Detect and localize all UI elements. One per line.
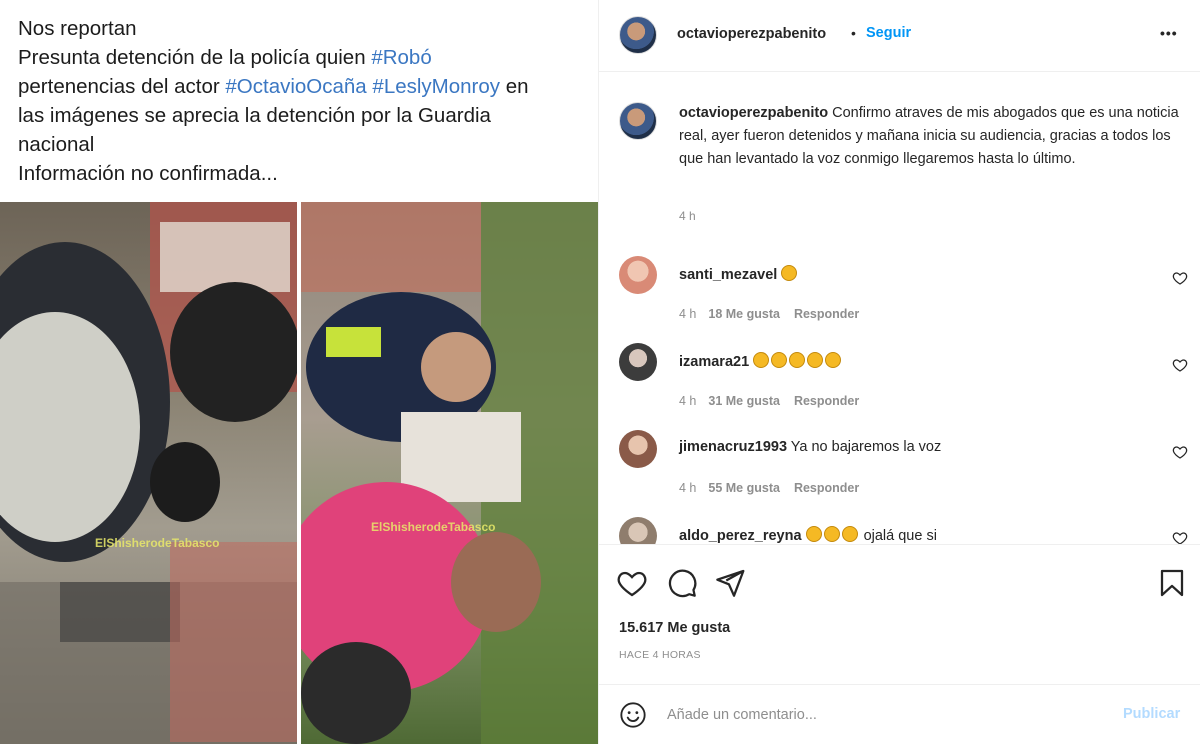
post-image: Nos reportan Presunta detención de la po…	[0, 0, 598, 744]
post-timestamp: HACE 4 HORAS	[619, 649, 701, 661]
comments-list[interactable]: octavioperezpabenito Confirmo atraves de…	[599, 72, 1200, 544]
comment-item: izamara21 4 h 31 Me gusta Responder	[599, 343, 1200, 431]
comment-likes[interactable]: 18 Me gusta	[708, 307, 780, 321]
hashtag-octavio-ocana: #OctavioOcaña	[225, 75, 367, 98]
likes-count[interactable]: 15.617 Me gusta	[619, 620, 730, 636]
caption-username[interactable]: octavioperezpabenito	[679, 105, 828, 121]
more-options-icon[interactable]: •••	[1160, 25, 1178, 41]
image-caption: Nos reportan Presunta detención de la po…	[18, 14, 590, 188]
clap-emoji-icon	[807, 352, 824, 368]
caption-line: Nos reportan	[18, 17, 137, 40]
add-comment-bar: Publicar	[599, 684, 1200, 744]
header-username[interactable]: octavioperezpabenito	[677, 26, 826, 42]
comment-username[interactable]: santi_mezavel	[679, 267, 777, 283]
photo-right: ElShisherodeTabasco	[301, 202, 598, 744]
post-panel: octavioperezpabenito • Seguir ••• octavi…	[598, 0, 1200, 744]
comment-likes[interactable]: 55 Me gusta	[708, 481, 780, 495]
avatar[interactable]	[619, 517, 657, 544]
clap-emoji-icon	[823, 526, 840, 542]
comment-input[interactable]	[667, 702, 1107, 728]
comment-likes[interactable]: 31 Me gusta	[708, 394, 780, 408]
reply-button[interactable]: Responder	[794, 394, 859, 408]
avatar[interactable]	[619, 430, 657, 468]
header-separator-dot: •	[851, 25, 856, 41]
reply-button[interactable]: Responder	[794, 307, 859, 321]
hashtag-robo: #Robó	[371, 46, 432, 69]
caption-line: en	[500, 75, 529, 98]
comment-item: santi_mezavel 4 h 18 Me gusta Responder	[599, 256, 1200, 344]
comment-username[interactable]: aldo_perez_reyna	[679, 528, 802, 544]
bookmark-icon[interactable]	[1156, 567, 1188, 599]
watermark: ElShisherodeTabasco	[95, 536, 220, 550]
caption-line: Información no confirmada...	[18, 162, 278, 185]
comment-text: Ya no bajaremos la voz	[790, 439, 942, 455]
smiley-icon[interactable]	[619, 701, 647, 729]
comment-heart-icon[interactable]	[1172, 357, 1188, 373]
avatar[interactable]	[619, 16, 657, 54]
comment-item: aldo_perez_reyna ojalá que si	[599, 517, 1200, 544]
clap-emoji-icon	[771, 352, 788, 368]
comment-heart-icon[interactable]	[1172, 270, 1188, 286]
comment-username[interactable]: jimenacruz1993	[679, 439, 787, 455]
clap-emoji-icon	[825, 352, 842, 368]
comment-username[interactable]: izamara21	[679, 354, 749, 370]
caption-time: 4 h	[679, 209, 696, 223]
post-header: octavioperezpabenito • Seguir •••	[599, 0, 1200, 72]
post-caption: octavioperezpabenito Confirmo atraves de…	[679, 102, 1179, 171]
publish-button[interactable]: Publicar	[1123, 706, 1180, 722]
clap-emoji-icon	[789, 352, 806, 368]
comment-item: jimenacruz1993 Ya no bajaremos la voz 4 …	[599, 430, 1200, 518]
comment-heart-icon[interactable]	[1172, 530, 1188, 544]
clap-emoji-icon	[781, 265, 798, 281]
hashtag-lesly-monroy: #LeslyMonroy	[372, 75, 501, 98]
comment-time: 4 h	[679, 394, 697, 408]
follow-button[interactable]: Seguir	[866, 25, 911, 41]
caption-line: nacional	[18, 133, 95, 156]
comment-icon[interactable]	[666, 567, 698, 599]
comment-time: 4 h	[679, 307, 697, 321]
caption-line: pertenencias del actor	[18, 75, 226, 98]
avatar[interactable]	[619, 343, 657, 381]
caption-line: Presunta detención de la policía quien	[18, 46, 372, 69]
clap-emoji-icon	[753, 352, 770, 368]
clap-emoji-icon	[841, 526, 858, 542]
reply-button[interactable]: Responder	[794, 481, 859, 495]
comment-heart-icon[interactable]	[1172, 444, 1188, 460]
heart-icon[interactable]	[616, 567, 648, 599]
share-icon[interactable]	[714, 567, 746, 599]
post-actions: 15.617 Me gusta HACE 4 HORAS	[599, 544, 1200, 684]
watermark: ElShisherodeTabasco	[371, 520, 496, 534]
caption-line: las imágenes se aprecia la detención por…	[18, 104, 491, 127]
avatar[interactable]	[619, 256, 657, 294]
comment-time: 4 h	[679, 481, 697, 495]
comment-text: ojalá que si	[859, 528, 937, 544]
clap-emoji-icon	[805, 526, 822, 542]
photo-left: ElShisherodeTabasco	[0, 202, 297, 744]
caption-avatar[interactable]	[619, 102, 657, 140]
